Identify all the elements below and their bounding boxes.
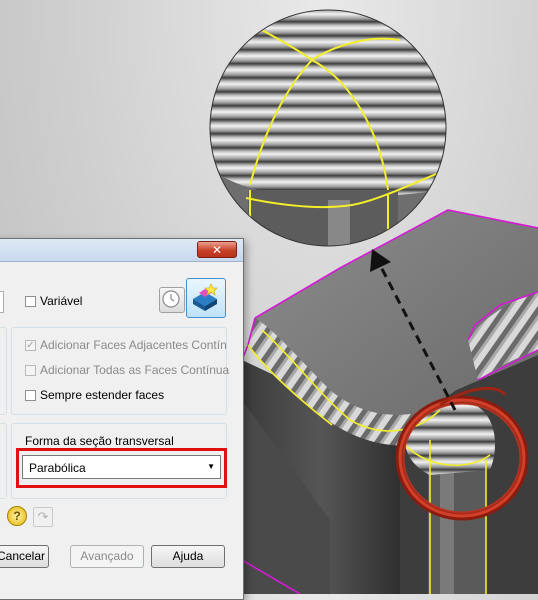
add-adjacent-faces-label: Adicionar Faces Adjacentes Contín: [40, 338, 227, 352]
help-button[interactable]: Ajuda: [151, 545, 225, 568]
fillet-preview-icon[interactable]: [186, 278, 226, 318]
always-extend-label: Sempre estender faces: [40, 388, 165, 402]
add-adjacent-faces-box[interactable]: ✓: [25, 339, 36, 351]
always-extend-checkbox[interactable]: Sempre estender faces: [25, 388, 164, 402]
always-extend-box[interactable]: [25, 389, 36, 401]
cross-section-value: Parabólica: [29, 461, 86, 475]
cross-section-label: Forma da seção transversal: [25, 434, 174, 448]
add-all-faces-box[interactable]: [25, 364, 36, 376]
corner-column: [428, 460, 486, 594]
dialog-titlebar[interactable]: ✕: [0, 239, 243, 262]
cancel-button[interactable]: Cancelar: [0, 545, 49, 568]
add-all-faces-checkbox[interactable]: Adicionar Todas as Faces Contínua: [25, 363, 229, 377]
magnified-view: [209, 9, 447, 247]
variable-label: Variável: [40, 294, 83, 308]
radius-field[interactable]: [0, 291, 4, 313]
add-all-faces-label: Adicionar Todas as Faces Contínua: [40, 363, 230, 377]
close-icon[interactable]: ✕: [197, 241, 237, 258]
variable-checkbox-box[interactable]: [25, 295, 36, 307]
cross-section-select[interactable]: Parabólica ▼: [22, 455, 221, 479]
clock-icon[interactable]: [159, 287, 185, 313]
undo-icon[interactable]: ↷: [33, 507, 53, 527]
corner-column-highlight: [440, 460, 454, 594]
left-group-top: [0, 327, 7, 415]
advanced-button[interactable]: Avançado: [70, 545, 144, 568]
left-group-bottom: [0, 423, 7, 499]
fillet-dialog: ✕ Variável ✓ Adicionar Faces Adjacentes …: [0, 238, 244, 600]
dropdown-arrow-icon[interactable]: ▼: [207, 462, 215, 471]
variable-checkbox[interactable]: Variável: [25, 294, 82, 308]
add-adjacent-faces-checkbox[interactable]: ✓ Adicionar Faces Adjacentes Contín: [25, 338, 227, 352]
help-icon[interactable]: ?: [7, 506, 27, 526]
